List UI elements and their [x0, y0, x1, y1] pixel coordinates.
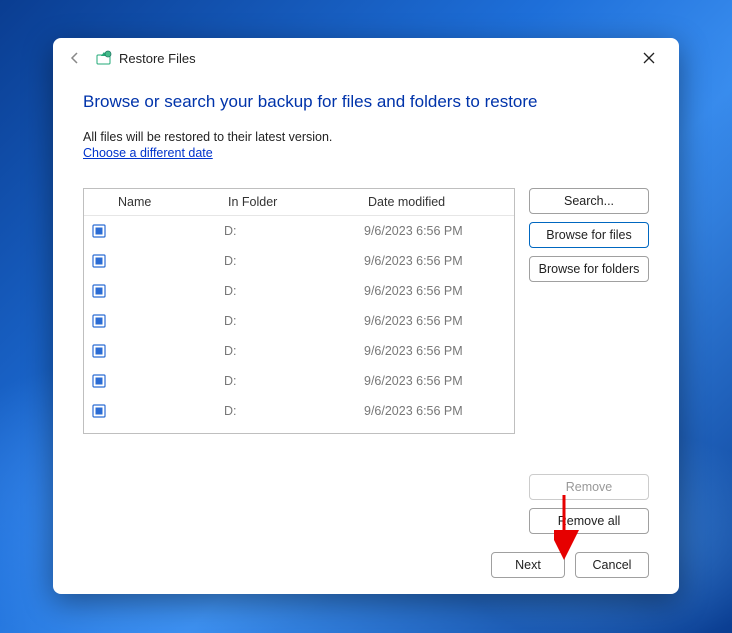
- image-file-icon: [84, 374, 114, 388]
- remove-all-button[interactable]: Remove all: [529, 508, 649, 534]
- remove-button: Remove: [529, 474, 649, 500]
- image-file-icon: [84, 404, 114, 418]
- table-row[interactable]: D:9/6/2023 6:56 PM: [84, 216, 514, 246]
- row-date: 9/6/2023 6:56 PM: [364, 374, 514, 388]
- side-buttons: Search... Browse for files Browse for fo…: [529, 188, 649, 534]
- table-row[interactable]: D:9/6/2023 6:56 PM: [84, 246, 514, 276]
- restore-files-dialog: Restore Files Browse or search your back…: [53, 38, 679, 594]
- version-note: All files will be restored to their late…: [83, 130, 649, 144]
- row-folder: D:: [224, 254, 364, 268]
- choose-date-link[interactable]: Choose a different date: [83, 146, 649, 160]
- search-button[interactable]: Search...: [529, 188, 649, 214]
- image-file-icon: [84, 314, 114, 328]
- image-file-icon: [84, 254, 114, 268]
- row-date: 9/6/2023 6:56 PM: [364, 404, 514, 418]
- row-folder: D:: [224, 284, 364, 298]
- browse-files-button[interactable]: Browse for files: [529, 222, 649, 248]
- row-folder: D:: [224, 314, 364, 328]
- back-button[interactable]: [61, 44, 89, 72]
- table-row[interactable]: D:9/6/2023 6:56 PM: [84, 336, 514, 366]
- row-date: 9/6/2023 6:56 PM: [364, 314, 514, 328]
- window-title: Restore Files: [119, 51, 196, 66]
- list-body[interactable]: D:9/6/2023 6:56 PMD:9/6/2023 6:56 PMD:9/…: [84, 216, 514, 432]
- row-date: 9/6/2023 6:56 PM: [364, 344, 514, 358]
- row-folder: D:: [224, 404, 364, 418]
- row-date: 9/6/2023 6:56 PM: [364, 284, 514, 298]
- table-row[interactable]: D:9/6/2023 6:56 PM: [84, 366, 514, 396]
- row-folder: D:: [224, 224, 364, 238]
- cancel-button[interactable]: Cancel: [575, 552, 649, 578]
- row-folder: D:: [224, 374, 364, 388]
- table-row[interactable]: D:9/6/2023 6:56 PM: [84, 276, 514, 306]
- file-list[interactable]: Name In Folder Date modified D:9/6/2023 …: [83, 188, 515, 434]
- column-date[interactable]: Date modified: [368, 195, 514, 209]
- page-heading: Browse or search your backup for files a…: [83, 92, 649, 112]
- row-folder: D:: [224, 344, 364, 358]
- footer: Next Cancel: [83, 534, 649, 578]
- restore-files-icon: [95, 49, 113, 67]
- image-file-icon: [84, 344, 114, 358]
- row-date: 9/6/2023 6:56 PM: [364, 254, 514, 268]
- next-button[interactable]: Next: [491, 552, 565, 578]
- table-row[interactable]: D:9/6/2023 6:56 PM: [84, 306, 514, 336]
- content-area: Browse or search your backup for files a…: [53, 78, 679, 594]
- middle-panel: Name In Folder Date modified D:9/6/2023 …: [83, 188, 649, 534]
- close-button[interactable]: [627, 43, 671, 73]
- list-header: Name In Folder Date modified: [84, 189, 514, 216]
- column-name[interactable]: Name: [114, 195, 228, 209]
- browse-folders-button[interactable]: Browse for folders: [529, 256, 649, 282]
- titlebar: Restore Files: [53, 38, 679, 78]
- table-row[interactable]: D:9/6/2023 6:56 PM: [84, 396, 514, 426]
- image-file-icon: [84, 284, 114, 298]
- column-folder[interactable]: In Folder: [228, 195, 368, 209]
- image-file-icon: [84, 224, 114, 238]
- row-date: 9/6/2023 6:56 PM: [364, 224, 514, 238]
